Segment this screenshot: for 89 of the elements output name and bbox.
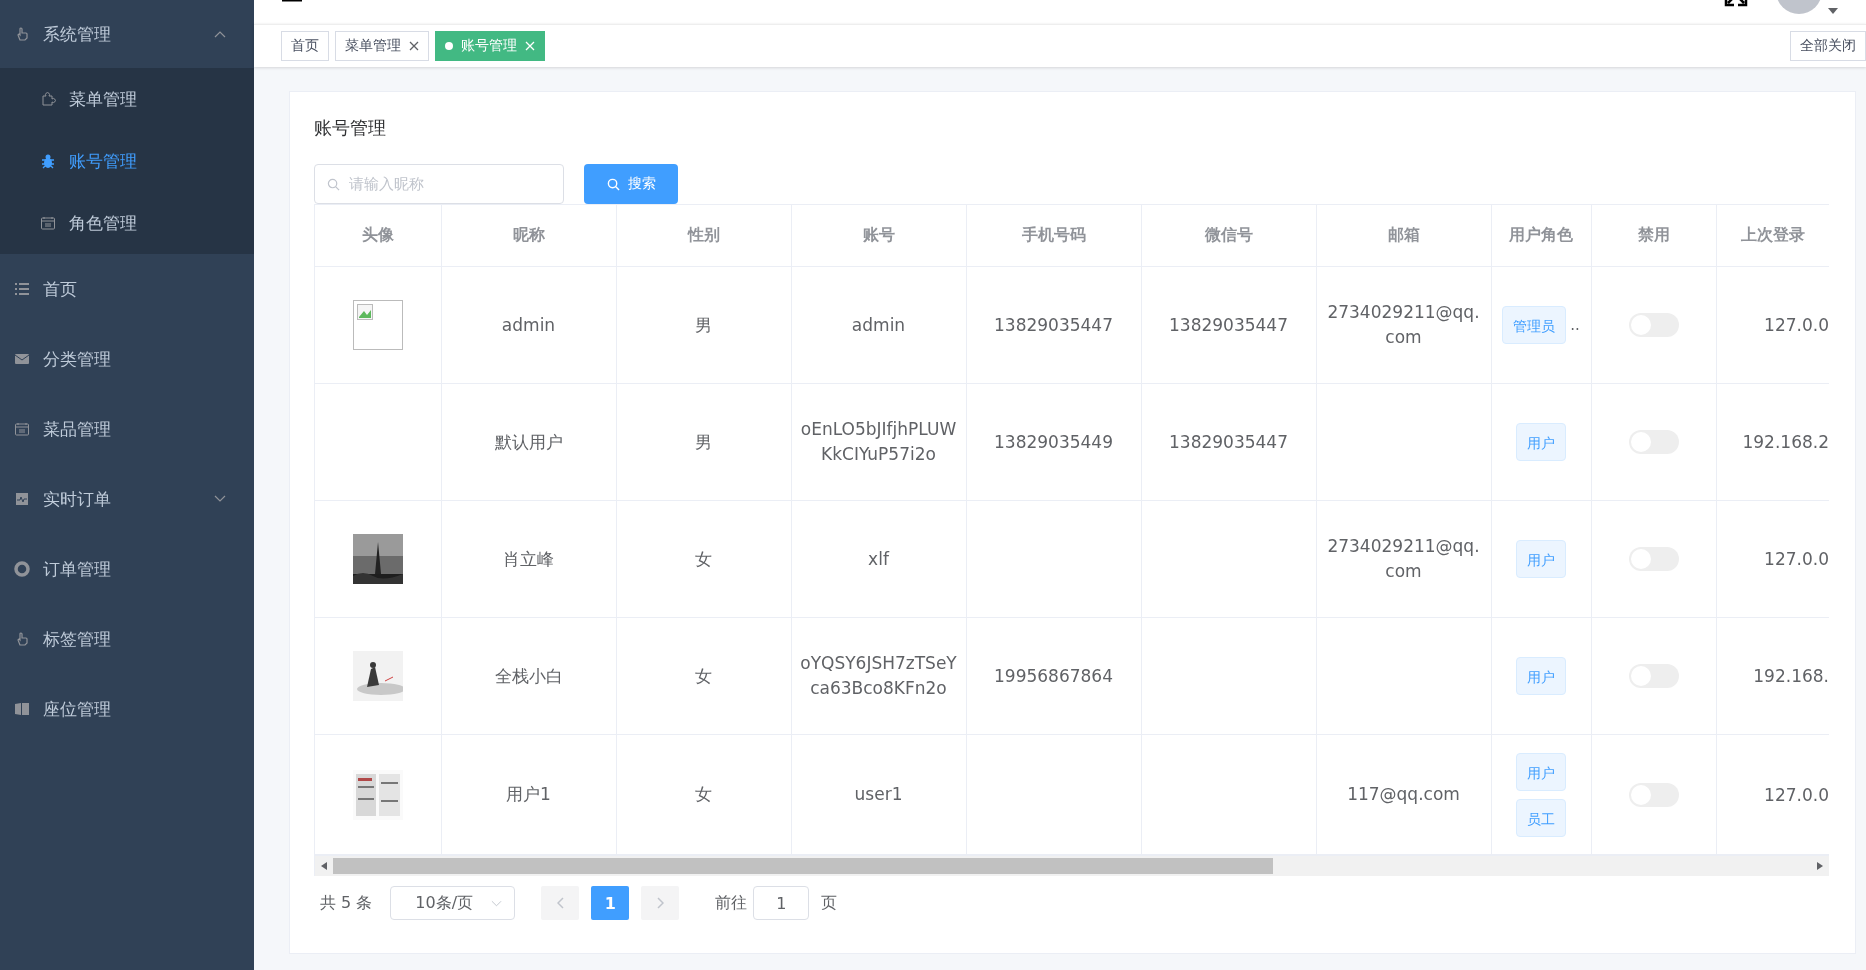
table-cell: 192.168.2 — [1742, 432, 1829, 452]
table-cell: 13829035447 — [994, 315, 1113, 335]
scroll-left-icon[interactable] — [321, 862, 327, 870]
table-cell: 127.0.0 — [1764, 549, 1829, 569]
tab[interactable]: 首页 — [281, 31, 329, 61]
submenu-item[interactable]: 菜单管理 — [0, 68, 254, 130]
role-tag: 用户 — [1516, 657, 1566, 695]
chart-icon — [14, 491, 30, 507]
column-header: 手机号码 — [1021, 225, 1086, 244]
horizontal-scrollbar[interactable] — [315, 855, 1829, 876]
table-cell-text: oYQSY6JSH7zTSeYca63Bco8KFn2o — [799, 652, 958, 700]
column-header: 账号 — [862, 225, 895, 244]
close-all-button[interactable]: 全部关闭 — [1790, 31, 1866, 61]
table-cell: 13829035447 — [1169, 315, 1288, 335]
chevron-down-icon — [491, 899, 503, 907]
table-cell: 13829035447 — [1169, 432, 1288, 452]
mail-icon — [14, 351, 30, 367]
column-header: 微信号 — [1204, 225, 1253, 244]
goto-label: 前往 — [715, 892, 748, 914]
table-cell-text: xlf — [868, 547, 889, 571]
table-cell-text: admin — [851, 313, 906, 337]
bug-icon — [40, 153, 56, 169]
role-tag: 管理员 — [1502, 306, 1567, 344]
next-page-button[interactable] — [641, 886, 680, 920]
table-cell: 用户1 — [506, 784, 551, 804]
table-cell-text: 2734029211@qq.com — [1326, 301, 1481, 349]
menu-item[interactable]: 首页 — [0, 254, 254, 324]
table-cell-text: 117@qq.com — [1347, 783, 1460, 807]
role-tag: 用户 — [1516, 423, 1566, 461]
page-size-select[interactable]: 10条/页 — [390, 886, 516, 920]
table-cell: 192.168. — [1753, 666, 1829, 686]
table-cell: admin — [501, 315, 556, 335]
card-title: 账号管理 — [314, 116, 387, 140]
table-cell: 127.0.0 — [1764, 315, 1829, 335]
role-tag: 用户 — [1516, 540, 1566, 578]
table-cell: 默认用户 — [494, 431, 563, 452]
table-cell: 男 — [695, 314, 712, 335]
submenu-item[interactable]: 角色管理 — [0, 192, 254, 254]
menu-item[interactable]: 订单管理 — [0, 534, 254, 604]
column-header: 邮箱 — [1387, 225, 1420, 244]
page-input[interactable]: 1 — [753, 886, 810, 920]
puzzle-icon — [40, 91, 56, 107]
table-cell-text: 2734029211@qq.com — [1326, 535, 1481, 583]
broken-image-icon — [352, 300, 403, 350]
table-cell-text: oEnLO5bJIfjhPLUWKkCIYuP57i2o — [799, 418, 958, 466]
menu-item[interactable]: 菜品管理 — [0, 394, 254, 464]
table-cell: 女 — [695, 665, 712, 686]
table-cell: 全栈小白 — [494, 665, 563, 686]
column-header: 昵称 — [512, 225, 545, 244]
list-icon — [14, 281, 30, 297]
page-suffix: 页 — [821, 892, 838, 914]
prev-page-button[interactable] — [541, 886, 580, 920]
calendar-icon — [14, 421, 30, 437]
search-field[interactable]: 请输入昵称 — [314, 164, 564, 204]
menu-item[interactable]: 座位管理 — [0, 674, 254, 744]
tab[interactable]: 菜单管理 — [335, 31, 429, 61]
caret-icon[interactable] — [1828, 8, 1838, 14]
ellipsis-text: .. — [1570, 316, 1580, 334]
menu-item[interactable]: 实时订单 — [0, 464, 254, 534]
search-icon — [606, 177, 620, 191]
menu-item[interactable]: 分类管理 — [0, 324, 254, 394]
table-cell: 127.0.0 — [1764, 784, 1829, 805]
total-count: 共 5 条 — [320, 892, 373, 914]
chevron-right-icon — [656, 897, 664, 909]
close-icon[interactable] — [409, 41, 419, 51]
book-icon — [14, 701, 30, 717]
submenu-item[interactable]: 账号管理 — [0, 130, 254, 192]
chevron-left-icon — [556, 897, 564, 909]
lifebuoy-icon — [14, 561, 30, 577]
column-header: 上次登录 — [1740, 225, 1805, 244]
column-header: 用户角色 — [1509, 225, 1573, 244]
table-cell: 男 — [695, 431, 712, 452]
column-header: 性别 — [687, 225, 720, 244]
calendar-icon — [40, 215, 56, 231]
table-cell: 肖立峰 — [503, 548, 554, 569]
fullscreen-icon[interactable] — [1724, 0, 1748, 9]
column-header: 禁用 — [1637, 225, 1670, 244]
role-tag: 用户 — [1516, 752, 1566, 791]
column-header: 头像 — [361, 225, 394, 244]
menu-item[interactable]: 系统管理 — [0, 0, 254, 68]
table-cell: 19956867864 — [994, 666, 1113, 686]
table-cell-text: user1 — [854, 783, 903, 807]
table-cell: 女 — [695, 784, 712, 804]
dot-icon — [445, 42, 453, 50]
table-cell: 女 — [695, 548, 712, 569]
scroll-right-icon[interactable] — [1817, 862, 1823, 870]
menu-item[interactable]: 标签管理 — [0, 604, 254, 674]
role-tag: 员工 — [1516, 798, 1566, 837]
table-cell: 13829035449 — [994, 432, 1113, 452]
